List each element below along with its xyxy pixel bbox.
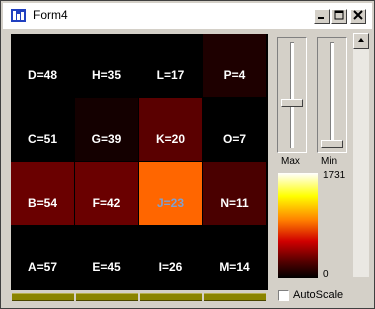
heatmap-cell[interactable]: B=54 bbox=[11, 162, 74, 225]
close-button[interactable] bbox=[350, 9, 366, 24]
heatmap-cell-label: L=17 bbox=[156, 68, 185, 82]
max-slider-label: Max bbox=[281, 156, 300, 167]
close-icon bbox=[353, 9, 363, 23]
heatmap-cell-label: D=48 bbox=[27, 68, 58, 82]
heatmap-cell[interactable]: O=7 bbox=[203, 98, 266, 161]
heatmap-cell-label: J=23 bbox=[156, 196, 185, 210]
scroll-up-arrow-icon[interactable] bbox=[353, 33, 369, 49]
heatmap-cell-label: H=35 bbox=[91, 68, 122, 82]
minimize-icon bbox=[317, 9, 327, 23]
heatmap-cell[interactable]: D=48 bbox=[11, 34, 74, 97]
maximize-icon bbox=[334, 9, 344, 23]
heatmap-cell[interactable]: H=35 bbox=[75, 34, 138, 97]
heatmap-cell-label: G=39 bbox=[91, 132, 122, 146]
min-slider-thumb[interactable] bbox=[321, 140, 343, 148]
autoscale-checkbox[interactable] bbox=[278, 290, 289, 301]
max-slider[interactable] bbox=[277, 37, 307, 153]
chart-app-icon bbox=[11, 8, 27, 23]
heatmap-cell-label: I=26 bbox=[158, 260, 183, 274]
minimize-button[interactable] bbox=[314, 9, 330, 24]
heatmap-cell[interactable]: A=57 bbox=[11, 226, 74, 289]
column-bar-i bbox=[140, 293, 202, 301]
heatmap-cell-label: P=4 bbox=[223, 68, 246, 82]
heatmap-cell[interactable]: E=45 bbox=[75, 226, 138, 289]
heatmap-cell-label: K=20 bbox=[155, 132, 186, 146]
heatmap-cell-label: N=11 bbox=[220, 196, 249, 210]
heatmap-cell[interactable]: L=17 bbox=[139, 34, 202, 97]
min-slider[interactable] bbox=[317, 37, 347, 153]
heatmap-cell[interactable]: P=4 bbox=[203, 34, 266, 97]
heatmap-cell[interactable]: C=51 bbox=[11, 98, 74, 161]
heatmap-cell[interactable]: G=39 bbox=[75, 98, 138, 161]
heatmap-cell[interactable]: N=11 bbox=[203, 162, 266, 225]
heatmap-cell[interactable]: F=42 bbox=[75, 162, 138, 225]
column-bar-a bbox=[12, 293, 74, 301]
max-slider-track bbox=[290, 42, 294, 148]
column-bar-e bbox=[76, 293, 138, 301]
heatmap-grid[interactable]: A=57 B=54 C=51 D=48 E=45 F=42 G=39 H=35 I=26 J=23… bbox=[11, 34, 268, 290]
heatmap-cell-label: C=51 bbox=[27, 132, 58, 146]
form-window: Form4 A=57 B=54 C=51 D=48 E=45 F=42 G=39 H=35 I=… bbox=[0, 0, 375, 309]
heatmap-cell[interactable]: K=20 bbox=[139, 98, 202, 161]
max-slider-thumb[interactable] bbox=[281, 99, 303, 107]
legend-min-value: 0 bbox=[323, 269, 329, 280]
title-bar[interactable]: Form4 bbox=[3, 3, 372, 29]
column-bar-m bbox=[204, 293, 266, 301]
heatmap-cell[interactable]: I=26 bbox=[139, 226, 202, 289]
window-title: Form4 bbox=[33, 8, 68, 22]
autoscale-label[interactable]: AutoScale bbox=[293, 289, 343, 301]
min-slider-track bbox=[330, 42, 334, 148]
heatmap-cell-label: B=54 bbox=[27, 196, 58, 210]
heatmap-cell[interactable]: M=14 bbox=[203, 226, 266, 289]
maximize-button[interactable] bbox=[331, 9, 347, 24]
heatmap-cell[interactable]: J=23 bbox=[139, 162, 202, 225]
heatmap-cell-label: O=7 bbox=[222, 132, 246, 146]
min-slider-label: Min bbox=[321, 156, 338, 167]
heatmap-cell-label: E=45 bbox=[92, 260, 121, 274]
color-scale-legend bbox=[278, 173, 318, 278]
vertical-scrollbar[interactable] bbox=[353, 33, 369, 277]
heatmap-cell-label: F=42 bbox=[92, 196, 121, 210]
heatmap-cell-label: A=57 bbox=[27, 260, 58, 274]
legend-max-value: 1731 bbox=[323, 170, 346, 181]
heatmap-cell-label: M=14 bbox=[219, 260, 250, 274]
